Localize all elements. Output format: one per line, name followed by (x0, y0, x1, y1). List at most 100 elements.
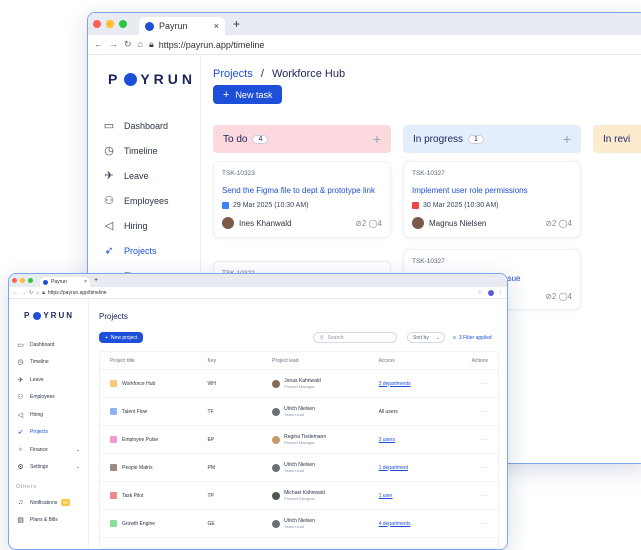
access-value[interactable]: 4 departments (379, 521, 411, 527)
sidebar-item-hiring[interactable]: ◁ Hiring (88, 213, 200, 238)
payrun-logo[interactable]: P YRUN (24, 311, 74, 320)
address-bar[interactable]: ←→↻⌂ 🔒︎ https://payrun.app/timeline (88, 35, 641, 55)
sidebar-item-dashboard[interactable]: ▭ Dashboard (88, 113, 200, 138)
sidebar-item-plans-bills[interactable]: ▤ Plans & Bills (9, 512, 88, 530)
search-input[interactable]: ⚲ Search (313, 332, 397, 343)
task-card[interactable]: TSK-10327 Implement user role permissions… (403, 161, 581, 238)
new-project-button[interactable]: + New project (99, 332, 144, 343)
browser-tab[interactable]: Payrun × (139, 17, 225, 35)
sidebar-item-finance[interactable]: ♁ Finance ⌄ (9, 441, 88, 459)
row-actions-menu-icon[interactable]: ··· (458, 409, 498, 415)
monitor-icon: ▭ (103, 120, 115, 132)
table-row[interactable]: Talent Flow TF Ulrich Nielsen Team Lead All … (100, 398, 498, 426)
tab-bar: Payrun × + (88, 13, 641, 35)
table-row[interactable]: Task Pilot TP Michael Kahnwald Product Desi… (100, 482, 498, 510)
sidebar-item-label: Plans & Bills (30, 517, 58, 524)
row-actions-menu-icon[interactable]: ··· (458, 521, 498, 527)
sort-dropdown[interactable]: Sort by ⌄ (407, 332, 445, 343)
project-title-cell: Task Pilot (100, 492, 207, 499)
plane-icon: ✈ (17, 376, 24, 384)
access-value[interactable]: 3 departments (379, 381, 411, 387)
lock-icon: 🔒︎ (148, 39, 154, 49)
add-task-icon[interactable]: + (563, 131, 571, 147)
table-row[interactable]: Employee Pulse EP Regina Tiedemann Product … (100, 426, 498, 454)
sidebar-item-label: Finance (30, 446, 48, 453)
project-title[interactable]: Task Pilot (122, 493, 143, 499)
access-value[interactable]: 3 users (379, 437, 395, 443)
sidebar-item-projects[interactable]: ➶ Projects (9, 424, 88, 442)
sidebar-item-notifications[interactable]: ♫ Notifications 99 (9, 494, 88, 512)
sidebar-item-employees[interactable]: ⚇ Employees (88, 188, 200, 213)
profile-avatar-icon[interactable] (488, 289, 494, 296)
comment-icon: ◯ (366, 218, 378, 228)
row-actions-menu-icon[interactable]: ··· (458, 381, 498, 387)
browser-nav-icons[interactable]: ←→↻⌂ (13, 290, 42, 296)
comment-icon: ◯ (556, 292, 568, 301)
task-key: TSK-10327 (412, 258, 445, 265)
browser-nav-icons[interactable]: ←→↻⌂ (94, 39, 149, 50)
task-title[interactable]: Implement user role permissions (412, 185, 572, 196)
breadcrumb-projects-link[interactable]: Projects (213, 68, 253, 80)
filter-button[interactable]: ≡ 3 Filter applied (453, 332, 492, 343)
chevron-down-icon: ⌄ (75, 464, 80, 471)
calendar-icon (412, 202, 419, 209)
sidebar-item-label: Dashboard (30, 341, 55, 348)
url-text[interactable]: https://payrun.app/timeline (48, 290, 107, 296)
minimize-window-icon[interactable] (20, 278, 25, 283)
sidebar-item-dashboard[interactable]: ▭ Dashboard (9, 336, 88, 354)
task-title[interactable]: Send the Figma file to dept & prototype … (222, 185, 382, 196)
bookmark-star-icon[interactable]: ☆ (478, 290, 482, 296)
project-title[interactable]: Employee Pulse (122, 437, 158, 443)
project-title-cell: Workforce Hub (100, 380, 207, 387)
close-window-icon[interactable] (12, 278, 17, 283)
row-actions-menu-icon[interactable]: ··· (458, 493, 498, 499)
maximize-window-icon[interactable] (119, 20, 127, 28)
sidebar-item-timeline[interactable]: ◷ Timeline (88, 138, 200, 163)
sidebar-item-timeline[interactable]: ◷ Timeline (9, 354, 88, 372)
task-card[interactable]: TSK-10323 Send the Figma file to dept & p… (213, 161, 391, 238)
avatar (272, 407, 281, 416)
project-title[interactable]: People Matrix (122, 465, 153, 471)
table-row[interactable]: People Matrix PM Ulrich Nielsen Team Lead 1 … (100, 454, 498, 482)
project-title[interactable]: Workforce Hub (122, 381, 155, 387)
column-title: In revi (603, 133, 631, 145)
add-task-icon[interactable]: + (373, 131, 381, 147)
sidebar-item-employees[interactable]: ⚇ Employees (9, 389, 88, 407)
table-row[interactable]: Growth Engine GE Ulrich Nielsen Team Lead 4 … (100, 510, 498, 538)
sidebar-item-settings[interactable]: ⚙ Settings ⌄ (9, 459, 88, 477)
column-header-access: Access (378, 357, 395, 364)
close-tab-icon[interactable]: × (84, 279, 87, 285)
new-tab-icon[interactable]: + (233, 17, 240, 31)
access-cell: 4 departments (379, 521, 459, 527)
minimize-window-icon[interactable] (106, 20, 114, 28)
row-actions-menu-icon[interactable]: ··· (458, 465, 498, 471)
board-column: In revi (593, 125, 641, 463)
sidebar-item-leave[interactable]: ✈ Leave (88, 163, 200, 188)
close-window-icon[interactable] (93, 20, 101, 28)
project-title[interactable]: Growth Engine (122, 521, 155, 527)
avatar (412, 217, 424, 229)
sidebar-item-label: Projects (124, 245, 157, 256)
payrun-logo[interactable]: P YRUN (108, 71, 196, 87)
new-tab-icon[interactable]: + (94, 277, 98, 284)
column-header-project-lead: Project lead (272, 357, 299, 364)
project-lead: Ulrich Nielsen Team Lead (284, 462, 315, 473)
access-value[interactable]: 1 department (379, 465, 408, 471)
sidebar-item-hiring[interactable]: ◁ Hiring (9, 406, 88, 424)
sidebar-item-leave[interactable]: ✈ Leave (9, 371, 88, 389)
browser-tab[interactable]: Payrun × (40, 277, 90, 287)
url-text[interactable]: https://payrun.app/timeline (159, 40, 265, 50)
project-lead: Ulrich Nielsen Team Lead (284, 518, 315, 529)
address-bar[interactable]: ←→↻⌂ 🔒︎ https://payrun.app/timeline ☆ ⋮ (9, 287, 507, 299)
project-title-cell: Employee Pulse (100, 436, 207, 443)
close-tab-icon[interactable]: × (214, 21, 219, 31)
table-row[interactable]: Workforce Hub WH Jonas Kahnwald Product Man… (100, 370, 498, 398)
new-task-button[interactable]: + New task (213, 85, 283, 104)
access-value[interactable]: 1 user (379, 493, 393, 499)
project-title[interactable]: Talent Flow (122, 409, 147, 415)
row-actions-menu-icon[interactable]: ··· (458, 437, 498, 443)
projects-page: Projects + New project ⚲ Search Sort by … (89, 299, 507, 549)
browser-menu-icon[interactable]: ⋮ (498, 290, 503, 296)
maximize-window-icon[interactable] (28, 278, 33, 283)
sidebar-item-projects[interactable]: ➶ Projects (88, 238, 200, 263)
